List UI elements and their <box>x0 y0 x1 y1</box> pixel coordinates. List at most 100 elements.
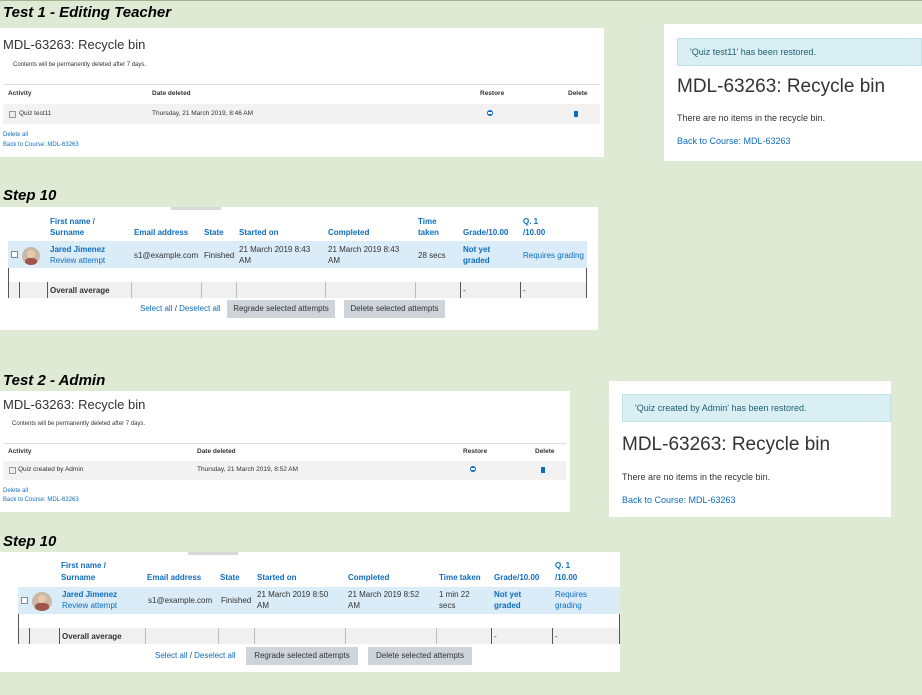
user-avatar <box>32 592 52 611</box>
header-completed[interactable]: Completed <box>348 572 389 583</box>
header-email[interactable]: Email address <box>147 572 201 583</box>
state-value: Finished <box>221 596 252 605</box>
average-grade: - <box>463 286 466 295</box>
header-email[interactable]: Email address <box>134 227 188 238</box>
header-state[interactable]: State <box>204 227 224 238</box>
header-q1-max[interactable]: /10.00 <box>555 572 577 583</box>
col-activity: Activity <box>8 448 32 455</box>
restore-icon[interactable] <box>470 466 476 472</box>
col-date-deleted: Date deleted <box>152 90 191 97</box>
deselect-all-link[interactable]: Deselect all <box>179 304 220 313</box>
select-links: Select all / Deselect all <box>155 651 236 660</box>
header-time[interactable]: Time <box>418 216 437 227</box>
back-to-course-link[interactable]: Back to Course: MDL-63263 <box>677 136 791 146</box>
restored-alert: 'Quiz test11' has been restored. <box>677 38 922 66</box>
col-date-deleted: Date deleted <box>197 448 236 455</box>
select-links: Select all / Deselect all <box>140 304 221 313</box>
grid-line <box>19 282 20 298</box>
trash-icon[interactable] <box>574 111 578 117</box>
regrade-button[interactable]: Regrade selected attempts <box>246 647 358 665</box>
started-value-ampm: AM <box>257 601 269 610</box>
header-first-name[interactable]: First name / <box>61 560 106 571</box>
grid-line <box>47 282 48 298</box>
test1-restored-panel: 'Quiz test11' has been restored. MDL-632… <box>664 24 922 161</box>
overall-average-label: Overall average <box>62 632 122 641</box>
header-first-name[interactable]: First name / <box>50 216 95 227</box>
test2-restored-panel: 'Quiz created by Admin' has been restore… <box>609 381 891 517</box>
student-name-link[interactable]: Jared Jimenez <box>62 589 117 600</box>
header-q1[interactable]: Q. 1 <box>523 216 538 227</box>
page-title: MDL-63263: Recycle bin <box>3 37 146 52</box>
header-q1[interactable]: Q. 1 <box>555 560 570 571</box>
grid-line <box>131 282 132 298</box>
col-delete: Delete <box>535 448 555 455</box>
header-taken[interactable]: taken <box>418 227 439 238</box>
header-surname[interactable]: Surname <box>50 227 84 238</box>
trash-icon[interactable] <box>541 467 545 473</box>
regrade-button[interactable]: Regrade selected attempts <box>227 300 335 318</box>
restored-alert: 'Quiz created by Admin' has been restore… <box>622 394 891 422</box>
header-time-taken[interactable]: Time taken <box>439 572 481 583</box>
deletion-notice: Contents will be permanently deleted aft… <box>12 421 146 427</box>
empty-message: There are no items in the recycle bin. <box>677 113 826 123</box>
requires-grading-link[interactable]: Requires grading <box>523 250 584 261</box>
header-started[interactable]: Started on <box>257 572 297 583</box>
row-checkbox[interactable] <box>21 597 28 604</box>
grade-link-line2[interactable]: graded <box>494 600 521 611</box>
back-to-course-link[interactable]: Back to Course: MDL-63263 <box>622 495 736 505</box>
grid-line <box>586 268 587 298</box>
header-grade[interactable]: Grade/10.00 <box>494 572 539 583</box>
select-all-link[interactable]: Select all <box>155 651 187 660</box>
page-title: MDL-63263: Recycle bin <box>3 397 146 412</box>
grade-link[interactable]: Not yet <box>494 589 521 600</box>
test2-heading: Test 2 - Admin <box>3 372 106 389</box>
header-surname[interactable]: Surname <box>61 572 95 583</box>
grid-line <box>254 628 255 644</box>
test2-step-heading: Step 10 <box>3 533 57 550</box>
grid-line <box>436 628 437 644</box>
delete-attempts-button[interactable]: Delete selected attempts <box>368 647 472 665</box>
restore-icon[interactable] <box>487 110 493 116</box>
deselect-all-link[interactable]: Deselect all <box>194 651 235 660</box>
time-taken-value-line2: secs <box>439 601 456 610</box>
page-title: MDL-63263: Recycle bin <box>677 76 886 97</box>
grade-link[interactable]: Not yet <box>463 244 490 255</box>
completed-value: 21 March 2019 8:52 <box>348 590 420 599</box>
test1-heading: Test 1 - Editing Teacher <box>3 4 172 21</box>
header-state[interactable]: State <box>220 572 240 583</box>
completed-value: 21 March 2019 8:43 <box>328 245 400 254</box>
student-name-link[interactable]: Jared Jimenez <box>50 244 105 255</box>
header-q1-max[interactable]: /10.00 <box>523 227 545 238</box>
delete-all-link[interactable]: Delete all <box>3 132 28 138</box>
completed-value-ampm: AM <box>328 256 340 265</box>
back-to-course-link[interactable]: Back to Course: MDL-63263 <box>3 497 79 503</box>
review-attempt-link[interactable]: Review attempt <box>50 255 105 266</box>
header-completed[interactable]: Completed <box>328 227 369 238</box>
row-checkbox[interactable] <box>11 251 18 258</box>
tab-strip <box>188 552 238 555</box>
col-activity: Activity <box>8 90 32 97</box>
requires-grading-link[interactable]: Requires <box>555 589 587 600</box>
page-title: MDL-63263: Recycle bin <box>622 434 831 455</box>
completed-value-ampm: AM <box>348 601 360 610</box>
delete-all-link[interactable]: Delete all <box>3 488 28 494</box>
email-value: s1@example.com <box>134 251 199 260</box>
requires-grading-link-line2[interactable]: grading <box>555 600 582 611</box>
review-attempt-link[interactable]: Review attempt <box>62 600 117 611</box>
test1-grades-panel: First name / Surname Email address State… <box>0 207 598 330</box>
back-to-course-link[interactable]: Back to Course: MDL-63263 <box>3 142 79 148</box>
grid-line <box>552 628 553 644</box>
grid-line <box>145 628 146 644</box>
col-restore: Restore <box>480 90 505 97</box>
header-started[interactable]: Started on <box>239 227 279 238</box>
average-grade: - <box>494 632 497 641</box>
select-all-link[interactable]: Select all <box>140 304 172 313</box>
grade-link-line2[interactable]: graded <box>463 255 490 266</box>
tab-strip <box>171 207 221 210</box>
header-grade[interactable]: Grade/10.00 <box>463 227 508 238</box>
table-row <box>3 104 600 124</box>
top-border <box>0 0 922 1</box>
delete-attempts-button[interactable]: Delete selected attempts <box>344 300 445 318</box>
activity-name: Quiz created by Admin <box>18 466 84 473</box>
time-taken-value: 28 secs <box>418 251 446 260</box>
